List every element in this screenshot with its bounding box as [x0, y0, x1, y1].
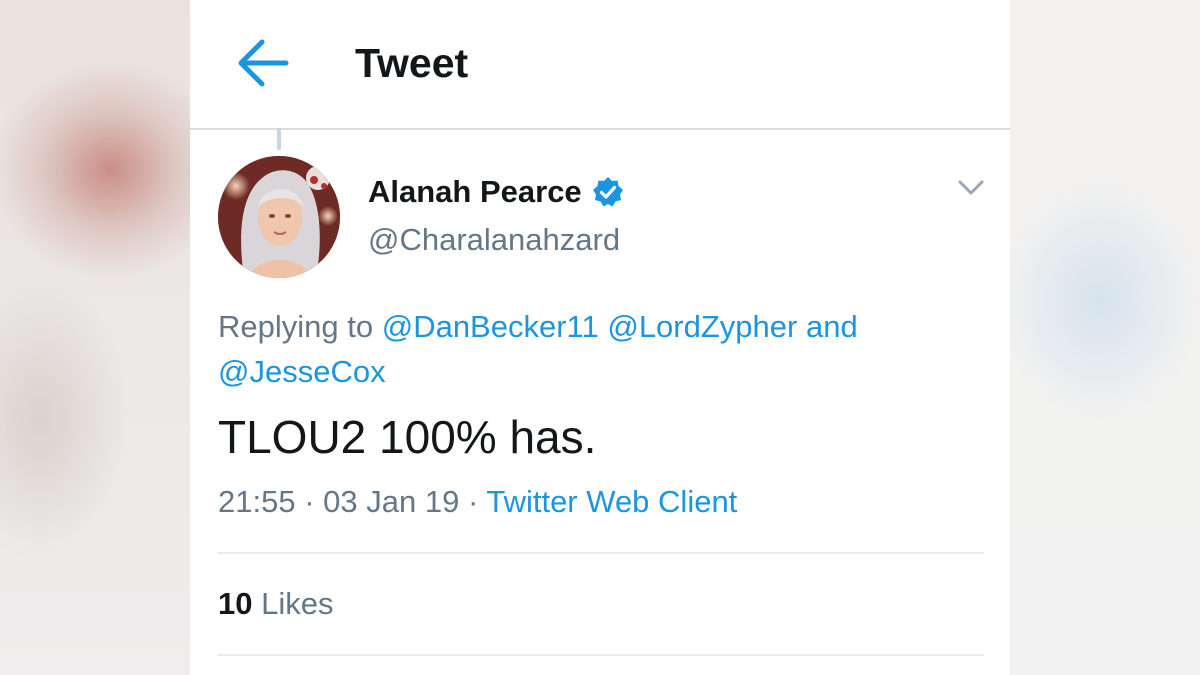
- thread-connector: [277, 128, 281, 150]
- tweet-time: 21:55: [218, 484, 296, 519]
- arrow-left-icon: [238, 39, 289, 87]
- tweet-text: TLOU2 100% has.: [218, 411, 597, 463]
- author-name[interactable]: Alanah Pearce: [368, 174, 624, 210]
- divider: [218, 654, 984, 656]
- background-left: [0, 0, 190, 675]
- mention-link[interactable]: @JesseCox: [218, 354, 386, 389]
- mention-link[interactable]: @LordZypher: [607, 309, 797, 344]
- likes-count: 10: [218, 586, 253, 621]
- author-handle[interactable]: @Charalanahzard: [368, 222, 620, 258]
- tweet-date: 03 Jan 19: [323, 484, 460, 519]
- avatar[interactable]: [218, 156, 340, 278]
- mention-link[interactable]: @DanBecker11: [382, 309, 599, 344]
- meta-separator: ·: [304, 484, 315, 519]
- replying-prefix: Replying to: [218, 309, 374, 344]
- author-name-text: Alanah Pearce: [368, 174, 582, 209]
- tweet-meta: 21:55 · 03 Jan 19 · Twitter Web Client: [218, 484, 737, 520]
- divider: [218, 552, 984, 554]
- meta-separator: ·: [467, 484, 479, 519]
- tweet-source-link[interactable]: Twitter Web Client: [486, 484, 737, 519]
- replying-to: Replying to @DanBecker11 @LordZypher and…: [218, 304, 978, 394]
- back-button[interactable]: [230, 30, 296, 96]
- page-title: Tweet: [355, 40, 469, 86]
- chevron-down-icon: [958, 180, 984, 195]
- avatar-image: [218, 156, 340, 278]
- app-header: Tweet: [190, 0, 1010, 130]
- replying-and[interactable]: and: [806, 309, 858, 344]
- likes-stat[interactable]: 10 Likes: [218, 586, 333, 622]
- tweet-menu-button[interactable]: [956, 176, 986, 200]
- tweet-screen: Tweet Alanah Pearce @Charalanahzard Repl…: [190, 0, 1010, 675]
- likes-label: Likes: [261, 586, 334, 621]
- verified-badge-icon: [592, 176, 624, 208]
- background-right: [1010, 0, 1200, 675]
